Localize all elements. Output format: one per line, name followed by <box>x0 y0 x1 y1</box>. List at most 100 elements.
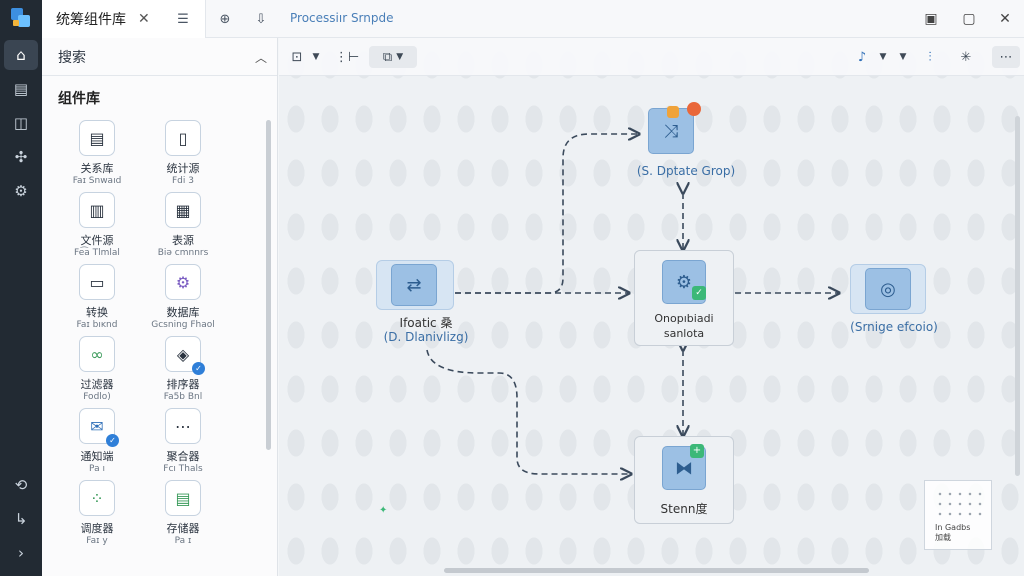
component-sub: Fcı Thals <box>163 464 203 474</box>
top-bar: 统筹组件库 ✕ ☰ ⊕ ⇩ Processiır Srnpde ▣ ▢ ✕ <box>42 0 1024 38</box>
folder-icon: ▭ <box>79 264 115 300</box>
component-sub: Fa5b Bnl <box>163 392 203 402</box>
edge-left-to-bottom <box>426 349 631 474</box>
network-icon[interactable]: ✣ <box>4 142 38 172</box>
target-icon: ◎ <box>865 268 911 310</box>
component-item[interactable]: ⚙ 数据库 Gcsning Fhaol <box>148 264 218 332</box>
check-badge-icon: ✓ <box>192 362 205 375</box>
filter-icon[interactable]: ☰ <box>172 8 194 30</box>
window-icon[interactable]: ▢ <box>958 8 980 30</box>
check-badge-icon: ✓ <box>692 286 706 300</box>
link-icon: ∞ <box>79 336 115 372</box>
flow-icon[interactable]: ▤ <box>4 74 38 104</box>
component-label: 通知端 <box>80 450 114 463</box>
search-icon[interactable]: ⊕ <box>214 8 236 30</box>
grid-icon: ⁘ <box>79 480 115 516</box>
check-badge-icon: ✓ <box>106 434 119 447</box>
node-badge-icon <box>667 106 679 118</box>
node-data-group[interactable]: ⤨ (S. Dptate Grop) <box>631 102 741 192</box>
node-sub: sanlota <box>663 327 705 340</box>
node-badge-icon <box>687 102 701 116</box>
node-label: Stenn度 <box>660 502 708 516</box>
component-label: 排序器 <box>166 378 200 391</box>
component-item[interactable]: ⁘ 调度器 Faɪ y <box>62 480 132 548</box>
close-tab-icon[interactable]: ✕ <box>138 11 150 27</box>
component-label: 调度器 <box>80 522 114 535</box>
component-sub: Biə cmnnrs <box>157 248 209 258</box>
search-section[interactable]: 搜索 ︿ <box>42 38 277 76</box>
component-sub: F⁠di 3 <box>172 176 194 186</box>
component-label: 统计源 <box>166 162 200 175</box>
node-title: Ifoatic 桑 <box>399 316 453 330</box>
integration-icon[interactable]: ⟲ <box>4 470 38 500</box>
component-label: 数据库 <box>166 306 200 319</box>
close-icon[interactable]: ✕ <box>994 8 1016 30</box>
component-panel: 搜索 ︿ 组件库 ▤ 关系库 Faɪ Snwaıd ▯ 统计源 F⁠di 3 ▥… <box>42 38 278 576</box>
component-item[interactable]: ✉ ✓ 通知端 Pa ı <box>62 408 132 476</box>
component-sub: Pa ı <box>89 464 105 474</box>
component-label: 文件源 <box>80 234 114 247</box>
minimap[interactable]: In Gadbs 加载 <box>924 480 992 550</box>
shield-icon: ◈ ✓ <box>165 336 205 375</box>
plus-badge-icon: + <box>690 444 704 458</box>
node-label: (S. Dptate Grop) <box>636 164 736 178</box>
transform-icon: ⇄ <box>391 264 437 306</box>
component-sub: Faɪ bıĸnd <box>76 320 118 330</box>
edge-left-to-top <box>455 134 639 294</box>
database-icon: ▤ <box>79 120 115 156</box>
logo-icon <box>9 6 33 30</box>
search-label: 搜索 <box>58 49 86 66</box>
tab-title: 统筹组件库 <box>56 12 126 28</box>
canvas-vertical-scrollbar[interactable] <box>1015 116 1020 476</box>
node-output[interactable]: ⧓ + Stenn度 <box>634 436 734 524</box>
component-item[interactable]: ∞ 过滤器 Fodlo) <box>62 336 132 404</box>
component-sub: Fodlo) <box>83 392 111 402</box>
panel-scrollbar[interactable] <box>266 120 271 450</box>
home-icon[interactable]: ⌂ <box>4 40 38 70</box>
settings-icon[interactable]: ⚙ <box>4 176 38 206</box>
component-item[interactable]: ⋯ 聚合器 Fcı Thals <box>148 408 218 476</box>
node-operation[interactable]: ⚙ ✓ Onopıbiadi sanlota <box>634 250 734 346</box>
minimap-label: In Gadbs 加载 <box>935 523 971 542</box>
download-icon[interactable]: ⇩ <box>250 8 272 30</box>
component-sub: Fe͡a Tlmlal <box>74 248 120 258</box>
file-icon: ▥ <box>79 192 115 228</box>
component-label: 关系库 <box>80 162 114 175</box>
component-item[interactable]: ▭ 转换 Faɪ bıĸnd <box>62 264 132 332</box>
component-label: 转换 <box>86 306 108 319</box>
node-label: (Srnige efcoio) <box>850 320 938 334</box>
tab-process-canvas[interactable]: Processiır Srnpde <box>290 11 394 25</box>
component-item[interactable]: ▤ 关系库 Faɪ Snwaıd <box>62 120 132 188</box>
component-item[interactable]: ◈ ✓ 排序器 Fa5b Bnl <box>148 336 218 404</box>
component-sub: Gcsning Fhaol <box>151 320 215 330</box>
canvas-horizontal-scrollbar[interactable] <box>444 568 869 573</box>
chevron-up-icon[interactable]: ︿ <box>255 49 267 66</box>
flow-canvas[interactable]: ⊡ ▼ ⋮⊢ ⧉ ▼ ♪ ▼ ▼ ⫶ ✳ ⋯ ⤨ (S. Dptate Grop… <box>279 38 1024 576</box>
component-item[interactable]: ▥ 文件源 Fe͡a Tlmlal <box>62 192 132 260</box>
component-item[interactable]: ▯ 统计源 F⁠di 3 <box>148 120 218 188</box>
status-dot-icon: ✦ <box>379 505 388 516</box>
component-sub: Faɪ Snwaıd <box>72 176 122 186</box>
cylinder-icon: ▤ <box>165 480 201 516</box>
component-item[interactable]: ▦ 表源 Biə cmnnrs <box>148 192 218 260</box>
plugin-icon: ⋯ <box>165 408 201 444</box>
email-icon: ✉ ✓ <box>79 408 119 447</box>
table-icon: ▦ <box>165 192 201 228</box>
left-rail: ⌂ ▤ ◫ ✣ ⚙ ⟲ ↳ › <box>0 0 42 576</box>
component-sub: Faɪ y <box>86 536 108 546</box>
document-icon: ▯ <box>165 120 201 156</box>
minimap-grid <box>935 489 985 519</box>
gear-icon: ⚙ <box>165 264 201 300</box>
node-title: Onopıbiadi <box>654 312 714 325</box>
node-data-source[interactable]: ⇄ Ifoatic 桑 (D. Dlanivlizg) <box>371 256 481 356</box>
clipboard-icon[interactable]: ▣ <box>920 8 942 30</box>
component-item[interactable]: ▤ 存储器 Pa ɪ <box>148 480 218 548</box>
layers-icon[interactable]: ◫ <box>4 108 38 138</box>
component-label: 过滤器 <box>80 378 114 391</box>
node-label: (D. Dlanivlizg) <box>383 330 469 344</box>
library-title: 组件库 <box>58 91 100 107</box>
export-icon[interactable]: ↳ <box>4 504 38 534</box>
expand-icon[interactable]: › <box>4 538 38 568</box>
component-sub: Pa ɪ <box>174 536 192 546</box>
node-storage[interactable]: ◎ (Srnige efcoio) <box>839 264 949 344</box>
